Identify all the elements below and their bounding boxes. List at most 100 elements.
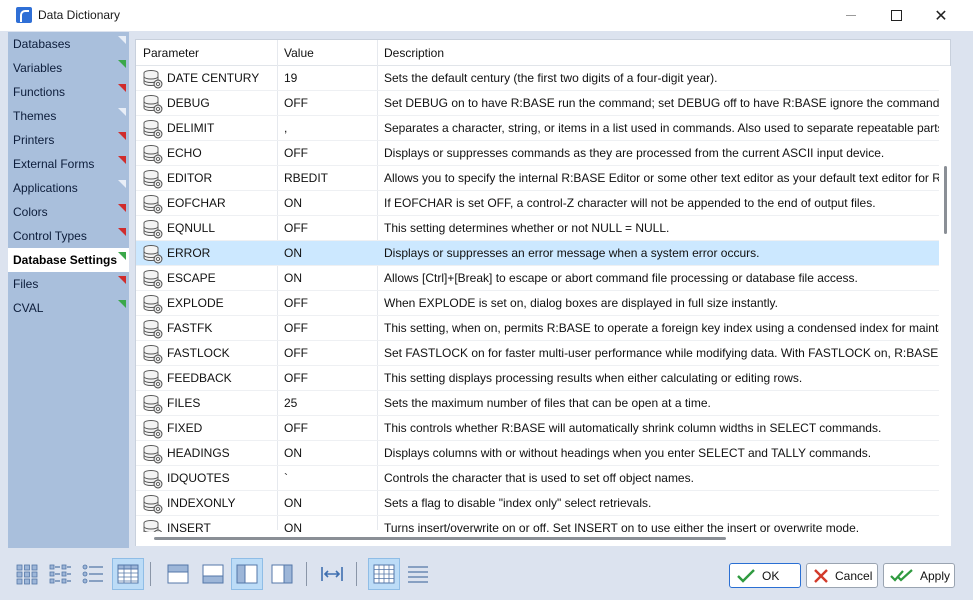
parameter-cell[interactable]: EDITOR — [167, 166, 277, 191]
value-cell[interactable]: ON — [284, 441, 379, 466]
sidebar-item-cval[interactable]: CVAL — [8, 296, 129, 320]
parameter-cell[interactable]: INSERT — [167, 516, 277, 532]
description-cell[interactable]: This controls whether R:BASE will automa… — [384, 416, 939, 441]
description-cell[interactable]: Allows you to specify the internal R:BAS… — [384, 166, 939, 191]
table-row[interactable]: IDQUOTES ` Controls the character that is … — [136, 466, 939, 491]
table-row[interactable]: ESCAPE ON Allows [Ctrl]+[Break] to escape … — [136, 266, 939, 291]
value-cell[interactable]: OFF — [284, 416, 379, 441]
table-row[interactable]: DELIMIT, Separates a character, string, o… — [136, 116, 939, 141]
parameter-cell[interactable]: EXPLODE — [167, 291, 277, 316]
value-cell[interactable]: , — [284, 116, 379, 141]
row-lines-button[interactable] — [402, 558, 434, 590]
table-row[interactable]: ERROR ON Displays or suppresses an error m… — [136, 241, 939, 266]
sidebar-item-control-types[interactable]: Control Types — [8, 224, 129, 248]
large-buttons-view-icon[interactable] — [11, 558, 43, 590]
sidebar-item-applications[interactable]: Applications — [8, 176, 129, 200]
table-row[interactable]: FILES 25 Sets the maximum number of files … — [136, 391, 939, 416]
layout-left-button[interactable] — [231, 558, 263, 590]
minimize-button[interactable] — [828, 0, 874, 31]
value-cell[interactable]: ON — [284, 516, 379, 532]
parameter-cell[interactable]: INDEXONLY — [167, 491, 277, 516]
table-row[interactable]: FASTFK OFF This setting, when on, permits … — [136, 316, 939, 341]
parameter-cell[interactable]: ERROR — [167, 241, 277, 266]
table-row[interactable]: EXPLODE OFF When EXPLODE is set on, dialog… — [136, 291, 939, 316]
table-row[interactable]: FIXED OFF This controls whether R:BASE wil… — [136, 416, 939, 441]
description-cell[interactable]: Sets the default century (the first two … — [384, 66, 939, 91]
value-cell[interactable]: ON — [284, 191, 379, 216]
table-row[interactable]: ECHO OFF Displays or suppresses commands a… — [136, 141, 939, 166]
table-row[interactable]: EOFCHAR ON If EOFCHAR is set OFF, a contro… — [136, 191, 939, 216]
parameter-cell[interactable]: FILES — [167, 391, 277, 416]
sidebar-item-databases[interactable]: Databases — [8, 32, 129, 56]
description-cell[interactable]: This setting displays processing results… — [384, 366, 939, 391]
small-buttons-view-icon[interactable] — [44, 558, 76, 590]
fit-width-button[interactable] — [316, 558, 348, 590]
cancel-button[interactable]: Cancel — [806, 563, 878, 588]
table-row[interactable]: EDITOR RBEDIT Allows you to specify the in… — [136, 166, 939, 191]
value-cell[interactable]: ` — [284, 466, 379, 491]
parameter-cell[interactable]: FIXED — [167, 416, 277, 441]
parameter-cell[interactable]: EQNULL — [167, 216, 277, 241]
list-view-button[interactable] — [77, 558, 109, 590]
description-cell[interactable]: Set FASTLOCK on for faster multi-user pe… — [384, 341, 939, 366]
sidebar-item-printers[interactable]: Printers — [8, 128, 129, 152]
description-cell[interactable]: This setting determines whether or not N… — [384, 216, 939, 241]
value-cell[interactable]: ON — [284, 266, 379, 291]
value-cell[interactable]: OFF — [284, 216, 379, 241]
horizontal-scrollbar[interactable] — [136, 532, 951, 546]
value-cell[interactable]: 19 — [284, 66, 379, 91]
ok-button[interactable]: OK — [729, 563, 801, 588]
layout-bottom-button[interactable] — [197, 558, 229, 590]
maximize-button[interactable] — [873, 0, 919, 31]
column-header-parameter[interactable]: Parameter — [136, 40, 277, 66]
parameter-cell[interactable]: FASTFK — [167, 316, 277, 341]
parameter-cell[interactable]: DELIMIT — [167, 116, 277, 141]
description-cell[interactable]: Displays columns with or without heading… — [384, 441, 939, 466]
value-cell[interactable]: RBEDIT — [284, 166, 379, 191]
sidebar-item-variables[interactable]: Variables — [8, 56, 129, 80]
description-cell[interactable]: Displays or suppresses commands as they … — [384, 141, 939, 166]
parameter-cell[interactable]: ESCAPE — [167, 266, 277, 291]
value-cell[interactable]: OFF — [284, 341, 379, 366]
parameter-cell[interactable]: FEEDBACK — [167, 366, 277, 391]
vertical-scrollbar[interactable] — [939, 66, 951, 532]
parameter-cell[interactable]: DATE CENTURY — [167, 66, 277, 91]
value-cell[interactable]: OFF — [284, 366, 379, 391]
parameter-cell[interactable]: DEBUG — [167, 91, 277, 116]
table-row[interactable]: FASTLOCK OFF Set FASTLOCK on for faster mu… — [136, 341, 939, 366]
column-header-value[interactable]: Value — [277, 40, 377, 66]
value-cell[interactable]: ON — [284, 491, 379, 516]
sidebar-item-database-settings[interactable]: Database Settings — [8, 248, 129, 272]
layout-right-button[interactable] — [266, 558, 298, 590]
table-row[interactable]: HEADINGS ON Displays columns with or witho… — [136, 441, 939, 466]
description-cell[interactable]: When EXPLODE is set on, dialog boxes are… — [384, 291, 939, 316]
parameter-cell[interactable]: ECHO — [167, 141, 277, 166]
table-row[interactable]: DEBUG OFF Set DEBUG on to have R:BASE run … — [136, 91, 939, 116]
description-cell[interactable]: Sets the maximum number of files that ca… — [384, 391, 939, 416]
value-cell[interactable]: OFF — [284, 141, 379, 166]
table-row[interactable]: DATE CENTURY 19 Sets the default century (… — [136, 66, 939, 91]
sidebar-item-files[interactable]: Files — [8, 272, 129, 296]
parameter-cell[interactable]: HEADINGS — [167, 441, 277, 466]
column-header-description[interactable]: Description — [377, 40, 937, 66]
description-cell[interactable]: Allows [Ctrl]+[Break] to escape or abort… — [384, 266, 939, 291]
table-row[interactable]: EQNULL OFF This setting determines whether… — [136, 216, 939, 241]
description-cell[interactable]: Controls the character that is used to s… — [384, 466, 939, 491]
description-cell[interactable]: If EOFCHAR is set OFF, a control-Z chara… — [384, 191, 939, 216]
description-cell[interactable]: Sets a flag to disable "index only" sele… — [384, 491, 939, 516]
value-cell[interactable]: 25 — [284, 391, 379, 416]
sidebar-item-functions[interactable]: Functions — [8, 80, 129, 104]
parameter-cell[interactable]: FASTLOCK — [167, 341, 277, 366]
table-row[interactable]: INDEXONLY ON Sets a flag to disable "index… — [136, 491, 939, 516]
close-button[interactable]: ✕ — [918, 0, 964, 31]
parameter-cell[interactable]: EOFCHAR — [167, 191, 277, 216]
sidebar-item-themes[interactable]: Themes — [8, 104, 129, 128]
value-cell[interactable]: OFF — [284, 291, 379, 316]
table-row[interactable]: INSERT ON Turns insert/overwrite on or off… — [136, 516, 939, 532]
value-cell[interactable]: OFF — [284, 316, 379, 341]
table-row[interactable]: FEEDBACK OFF This setting displays process… — [136, 366, 939, 391]
grid-lines-button[interactable] — [368, 558, 400, 590]
vertical-scroll-thumb[interactable] — [944, 166, 947, 234]
horizontal-scroll-thumb[interactable] — [154, 537, 726, 540]
description-cell[interactable]: This setting, when on, permits R:BASE to… — [384, 316, 939, 341]
